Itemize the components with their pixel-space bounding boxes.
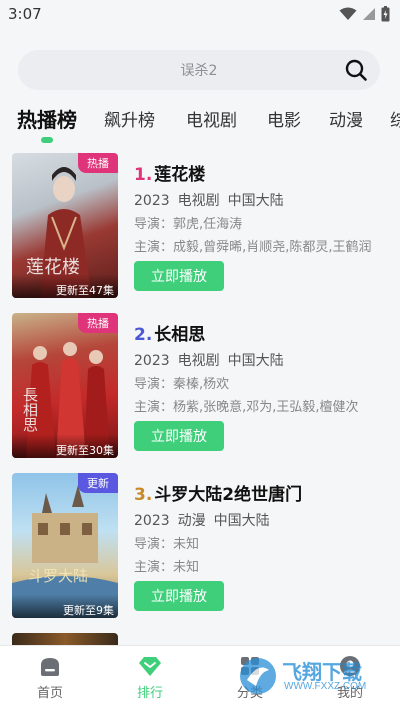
item-type: 动漫 [177, 513, 206, 529]
search-bar[interactable]: 误杀2 [18, 50, 380, 90]
item-title: 斗罗大陆2绝世唐门 [154, 485, 303, 505]
play-now-button[interactable]: 立即播放 [134, 581, 224, 611]
signal-icon [363, 8, 375, 20]
item-meta: 2023 动漫 中国大陆 [134, 510, 392, 530]
item-title: 长相思 [154, 325, 206, 345]
item-title: 莲花楼 [154, 165, 206, 185]
ranking-icon [139, 657, 161, 676]
tab-hot[interactable]: 热播榜 [17, 104, 77, 133]
item-year: 2023 [134, 193, 170, 209]
poster-art-title: 長相思 [21, 387, 39, 432]
episode-count: 更新至30集 [12, 434, 118, 458]
item-title-row[interactable]: 1. 莲花楼 [134, 160, 392, 185]
status-badge: 热播 [78, 153, 118, 173]
list-item[interactable]: 莲花楼 热播 更新至47集 1. 莲花楼 2023 电视剧 中国大陆 导演：郭虎,任海… [12, 153, 392, 298]
watermark-url: WWW.FXXZ.COM [284, 681, 367, 692]
wifi-icon [339, 7, 357, 20]
item-meta: 2023 电视剧 中国大陆 [134, 350, 392, 370]
item-director: 导演：未知 [134, 537, 200, 552]
item-info: 2. 长相思 2023 电视剧 中国大陆 导演：秦榛,杨欢 主演：杨紫,张晚意,邓为,… [134, 313, 392, 451]
rank-number: 3. [134, 485, 153, 505]
play-now-button[interactable]: 立即播放 [134, 261, 224, 291]
tab-variety[interactable]: 综 [390, 106, 400, 131]
tab-anime[interactable]: 动漫 [329, 106, 363, 131]
item-type: 电视剧 [177, 193, 220, 209]
status-badge: 更新 [78, 473, 118, 493]
episode-count: 更新至47集 [12, 274, 118, 298]
tab-rising[interactable]: 飙升榜 [104, 106, 155, 131]
item-title-row[interactable]: 3. 斗罗大陆2绝世唐门 [134, 480, 392, 505]
play-now-button[interactable]: 立即播放 [134, 421, 224, 451]
item-director: 导演：秦榛,杨欢 [134, 377, 230, 392]
item-year: 2023 [134, 513, 170, 529]
category-tabs: 热播榜 飙升榜 电视剧 电影 动漫 综 [0, 100, 400, 146]
nav-ranking[interactable]: 排行 [115, 654, 185, 701]
item-title-row[interactable]: 2. 长相思 [134, 320, 392, 345]
watermark-emblem-icon [240, 658, 276, 694]
item-info: 1. 莲花楼 2023 电视剧 中国大陆 导演：郭虎,任海涛 主演：成毅,曾舜晞,肖顺… [134, 153, 392, 291]
battery-icon [381, 6, 390, 22]
status-icons [339, 6, 390, 22]
status-bar: 3:07 [0, 0, 400, 28]
status-badge: 热播 [78, 313, 118, 333]
tab-movie[interactable]: 电影 [267, 106, 301, 131]
poster-image[interactable]: 莲花楼 热播 更新至47集 [12, 153, 118, 298]
poster-image[interactable]: 長相思 热播 更新至30集 [12, 313, 118, 458]
search-placeholder: 误杀2 [180, 63, 218, 79]
item-year: 2023 [134, 353, 170, 369]
nav-ranking-label: 排行 [136, 686, 163, 701]
item-cast: 主演：杨紫,张晚意,邓为,王弘毅,檀健次 [134, 400, 359, 415]
home-icon [41, 658, 59, 676]
item-meta: 2023 电视剧 中国大陆 [134, 190, 392, 210]
rank-number: 2. [134, 325, 153, 345]
item-region: 中国大陆 [213, 513, 270, 529]
list-item[interactable]: 長相思 热播 更新至30集 2. 长相思 2023 电视剧 中国大陆 导演：秦榛,杨欢… [12, 313, 392, 458]
item-cast: 主演：未知 [134, 560, 200, 575]
active-tab-indicator [41, 137, 53, 143]
list-item[interactable]: 斗罗大陆 更新 更新至9集 3. 斗罗大陆2绝世唐门 2023 动漫 中国大陆 导演：… [12, 473, 392, 618]
poster-image[interactable]: 斗罗大陆 更新 更新至9集 [12, 473, 118, 618]
episode-count: 更新至9集 [12, 594, 118, 618]
item-type: 电视剧 [177, 353, 220, 369]
item-cast: 主演：成毅,曾舜晞,肖顺尧,陈都灵,王鹤润 [134, 240, 372, 255]
item-info: 3. 斗罗大陆2绝世唐门 2023 动漫 中国大陆 导演：未知 主演：未知 立即播放 [134, 473, 392, 611]
search-icon[interactable] [344, 58, 368, 82]
poster-image[interactable] [12, 633, 118, 645]
rank-number: 1. [134, 165, 153, 185]
item-region: 中国大陆 [227, 193, 284, 209]
item-director: 导演：郭虎,任海涛 [134, 217, 243, 232]
tab-tv-series[interactable]: 电视剧 [186, 106, 237, 131]
watermark-logo: 飞翔下载 WWW.FXXZ.COM [238, 656, 390, 696]
item-region: 中国大陆 [227, 353, 284, 369]
nav-home[interactable]: 首页 [15, 654, 85, 701]
status-time: 3:07 [8, 5, 42, 23]
nav-home-label: 首页 [36, 686, 63, 701]
poster-art-title: 斗罗大陆 [28, 567, 89, 585]
